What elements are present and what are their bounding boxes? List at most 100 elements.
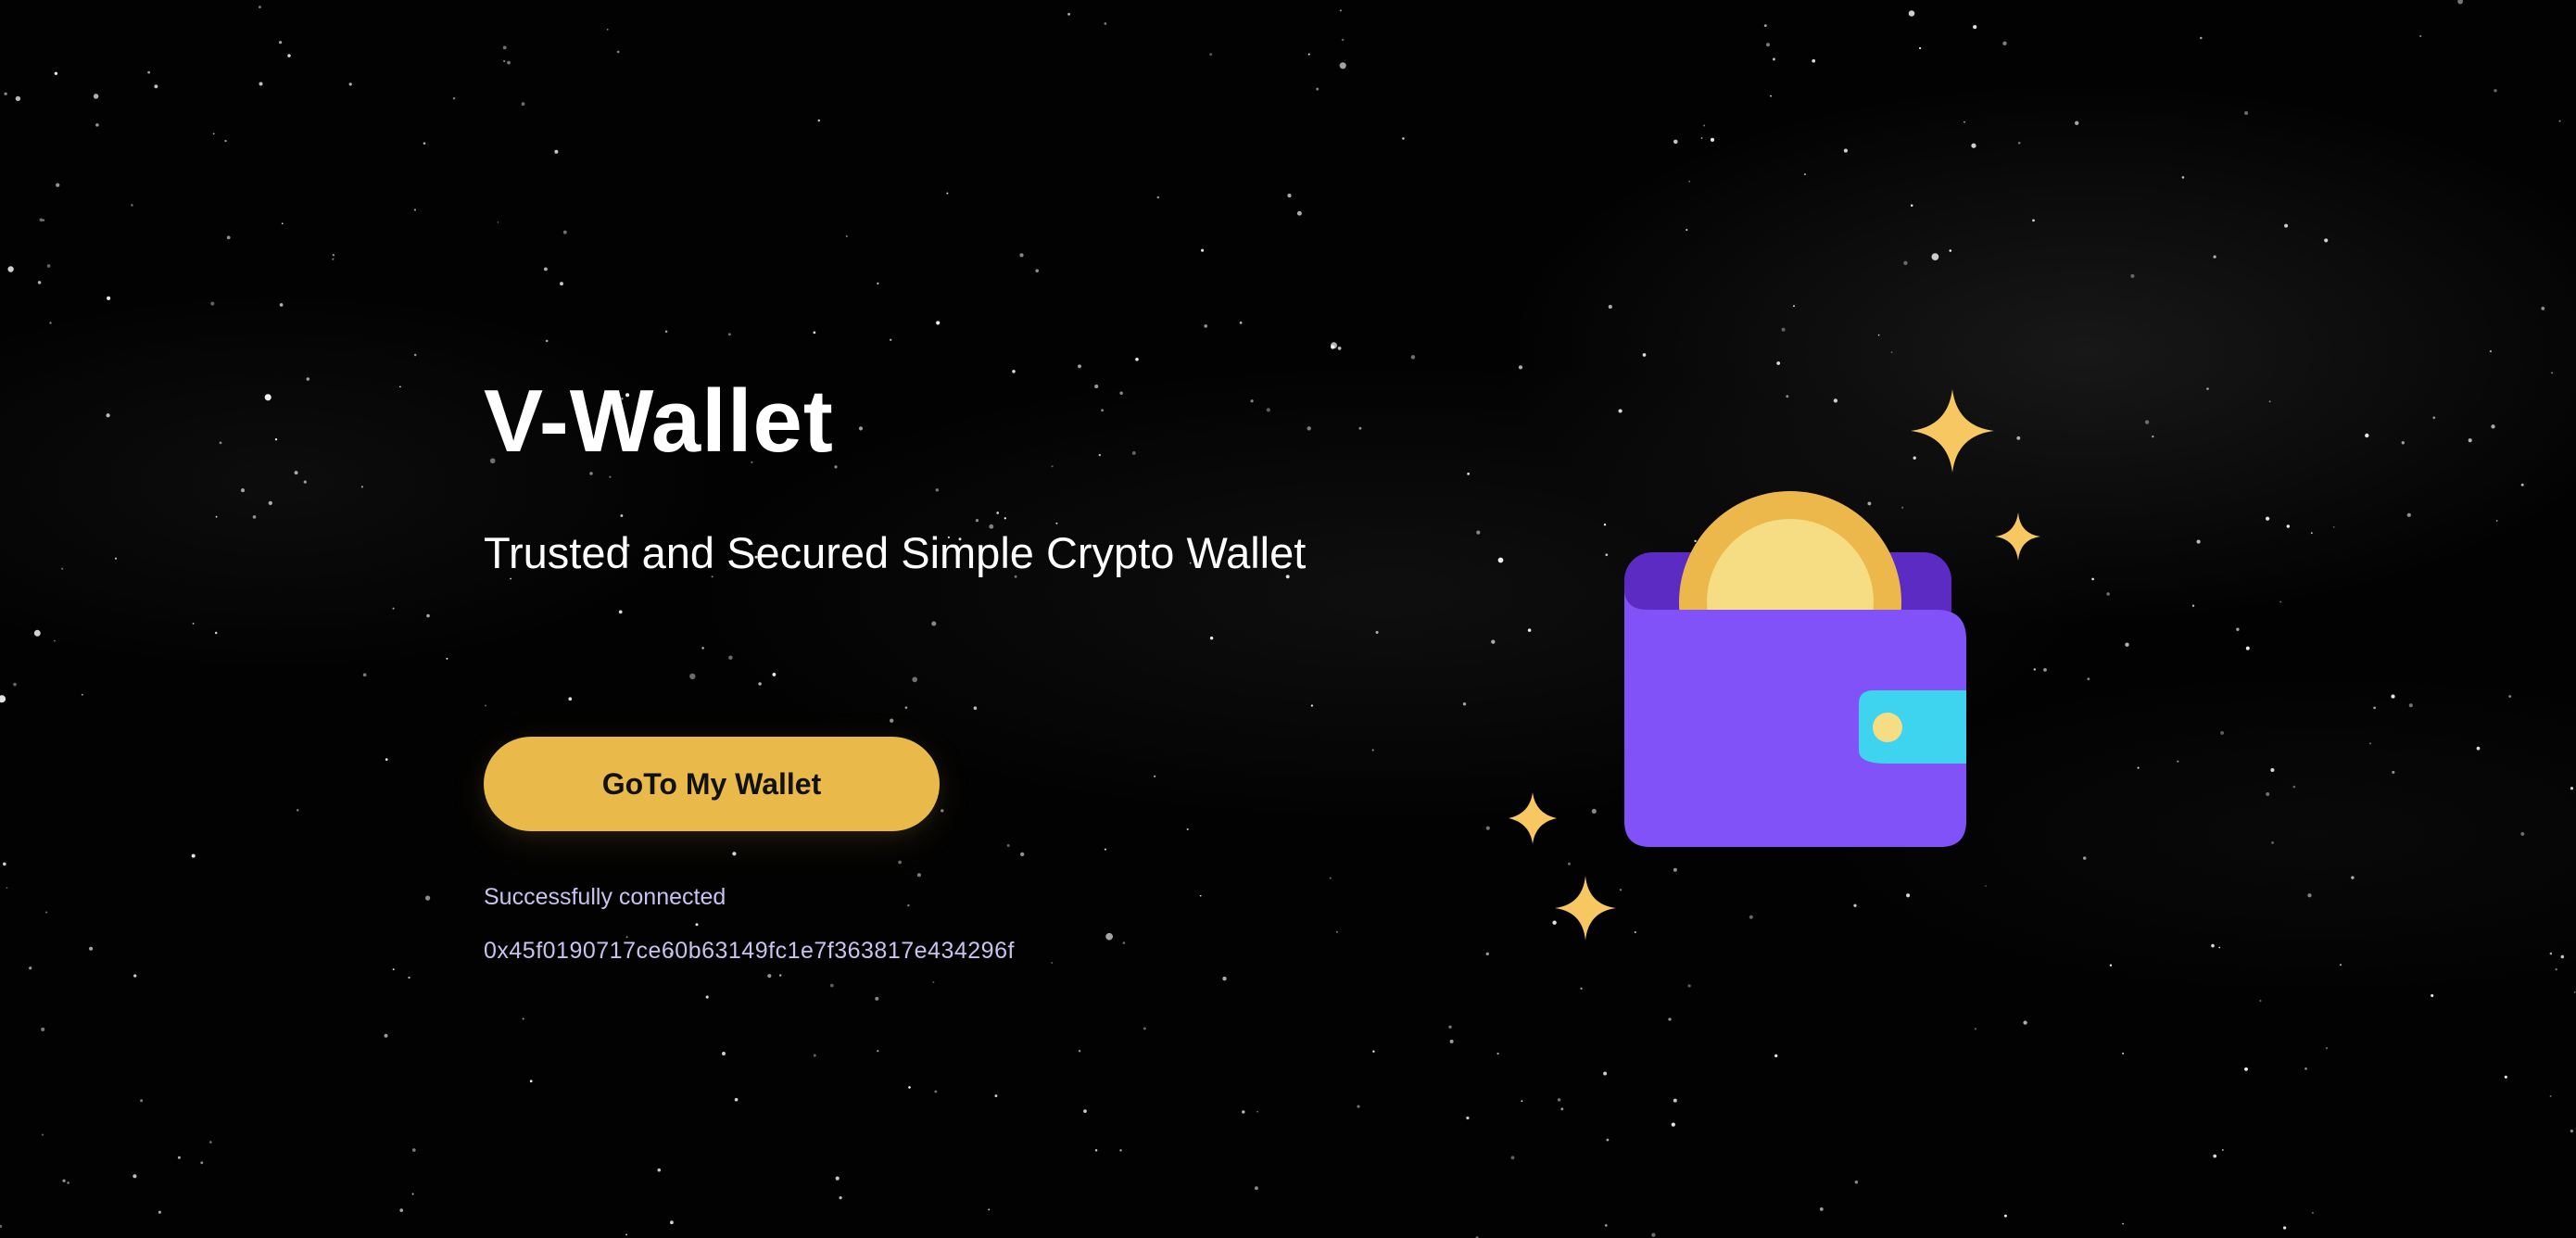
star bbox=[2270, 767, 2275, 773]
star bbox=[2324, 238, 2329, 243]
page-subtitle: Trusted and Secured Simple Crypto Wallet bbox=[484, 528, 1307, 577]
star bbox=[1402, 137, 1405, 140]
star bbox=[426, 613, 430, 618]
star bbox=[1209, 53, 1213, 57]
star bbox=[562, 230, 567, 234]
star bbox=[522, 1017, 524, 1020]
star bbox=[423, 142, 426, 145]
star bbox=[106, 413, 110, 418]
star bbox=[1331, 342, 1337, 349]
star bbox=[1608, 305, 1612, 310]
star bbox=[306, 377, 310, 381]
star bbox=[1700, 137, 1703, 139]
star bbox=[147, 70, 150, 74]
star bbox=[0, 1224, 3, 1228]
star bbox=[2191, 604, 2195, 607]
star bbox=[2002, 41, 2007, 45]
star bbox=[2468, 438, 2472, 443]
star bbox=[2311, 1211, 2314, 1214]
star bbox=[2551, 372, 2553, 374]
star bbox=[114, 557, 118, 560]
star bbox=[2075, 120, 2079, 125]
star bbox=[2003, 1214, 2007, 1218]
star bbox=[215, 515, 218, 518]
star bbox=[1843, 148, 1848, 153]
star bbox=[2268, 400, 2271, 403]
star bbox=[41, 1133, 44, 1136]
star bbox=[33, 629, 41, 637]
page-background: V-Wallet Trusted and Secured Simple Cryp… bbox=[0, 0, 2576, 1238]
star bbox=[1918, 46, 1922, 50]
star bbox=[2266, 792, 2270, 796]
star bbox=[932, 980, 935, 983]
star bbox=[133, 974, 137, 978]
star bbox=[2419, 34, 2422, 38]
star bbox=[2032, 219, 2035, 222]
star bbox=[1296, 210, 1302, 216]
connection-status: Successfully connected bbox=[484, 884, 726, 910]
star bbox=[1035, 269, 1039, 272]
star bbox=[1903, 260, 1908, 265]
star bbox=[2271, 841, 2274, 844]
star bbox=[988, 1208, 991, 1211]
star bbox=[1606, 1138, 1610, 1142]
star bbox=[497, 221, 499, 223]
star bbox=[2332, 525, 2335, 528]
star bbox=[1496, 1052, 1499, 1055]
star bbox=[1119, 1149, 1122, 1152]
star bbox=[2106, 592, 2110, 596]
star bbox=[560, 282, 563, 286]
star bbox=[411, 1193, 414, 1195]
star bbox=[2137, 766, 2140, 769]
star bbox=[0, 695, 6, 703]
star bbox=[399, 385, 401, 388]
star bbox=[1557, 1098, 1561, 1102]
star bbox=[625, 1233, 628, 1236]
star bbox=[1337, 347, 1342, 350]
star bbox=[15, 95, 21, 102]
star bbox=[1256, 1110, 1258, 1113]
star bbox=[1083, 1109, 1087, 1113]
star bbox=[2489, 349, 2493, 353]
star bbox=[2213, 255, 2216, 259]
star bbox=[1812, 58, 1816, 63]
star bbox=[279, 303, 284, 307]
star bbox=[1604, 1224, 1608, 1227]
star bbox=[1521, 1100, 1523, 1103]
star bbox=[2573, 991, 2576, 993]
star bbox=[2284, 223, 2289, 228]
star bbox=[2087, 677, 2090, 681]
star bbox=[107, 296, 111, 300]
star bbox=[13, 682, 17, 687]
star bbox=[2305, 1067, 2307, 1070]
star bbox=[994, 1094, 998, 1098]
star bbox=[95, 123, 99, 127]
star bbox=[1341, 38, 1345, 42]
star bbox=[392, 607, 395, 610]
hero-section: V-Wallet Trusted and Secured Simple Cryp… bbox=[484, 366, 1503, 965]
star bbox=[1339, 9, 1342, 12]
star bbox=[1931, 253, 1939, 260]
star bbox=[413, 208, 417, 211]
star bbox=[1104, 22, 1107, 25]
wallet-illustration bbox=[1509, 389, 2040, 941]
star bbox=[2549, 1094, 2552, 1097]
star bbox=[2476, 746, 2481, 751]
star bbox=[348, 82, 352, 86]
star bbox=[2351, 876, 2355, 879]
star bbox=[240, 488, 246, 493]
star bbox=[722, 1052, 726, 1055]
star bbox=[259, 82, 263, 86]
star bbox=[2541, 307, 2545, 310]
star bbox=[287, 54, 291, 57]
star bbox=[1671, 1122, 1675, 1127]
star bbox=[1316, 87, 1320, 91]
star bbox=[93, 94, 99, 99]
star bbox=[360, 486, 363, 488]
star bbox=[1770, 95, 1773, 97]
wallet-clasp bbox=[1859, 690, 1966, 764]
goto-my-wallet-button[interactable]: GoTo My Wallet bbox=[484, 737, 940, 831]
star bbox=[543, 267, 548, 272]
star bbox=[62, 1179, 66, 1182]
star bbox=[1307, 53, 1310, 56]
